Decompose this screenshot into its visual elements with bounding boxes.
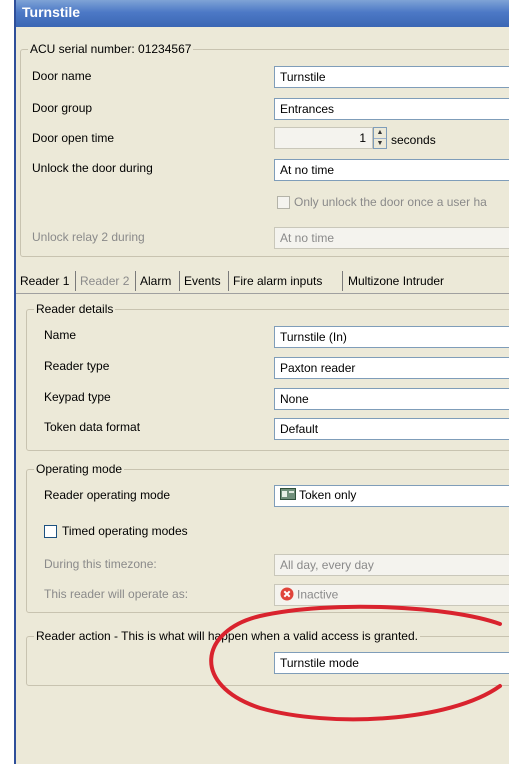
keypad-type-select[interactable]: None xyxy=(274,388,509,410)
tab-separator xyxy=(342,271,343,291)
tab-separator xyxy=(75,271,76,291)
reader-type-select[interactable]: Paxton reader xyxy=(274,357,509,379)
left-margin xyxy=(0,0,14,764)
door-name-input[interactable]: Turnstile xyxy=(274,66,509,88)
title-bar: Turnstile xyxy=(16,0,509,27)
door-properties-window: Turnstile ACU serial number: 01234567 Do… xyxy=(14,0,509,764)
operate-as-select[interactable]: Inactive xyxy=(274,584,509,606)
tab-separator xyxy=(135,271,136,291)
during-timezone-select[interactable]: All day, every day xyxy=(274,554,509,576)
door-open-time-unit: seconds xyxy=(391,133,436,147)
reader-name-input[interactable]: Turnstile (In) xyxy=(274,326,509,348)
tab-separator xyxy=(228,271,229,291)
token-format-select[interactable]: Default xyxy=(274,418,509,440)
tab-reader-2[interactable]: Reader 2 xyxy=(80,274,129,288)
door-name-label: Door name xyxy=(32,69,92,83)
acu-serial-legend: ACU serial number: 01234567 xyxy=(28,42,194,56)
reader-name-label: Name xyxy=(44,328,77,342)
tab-fire-alarm-inputs[interactable]: Fire alarm inputs xyxy=(233,274,322,288)
window-title: Turnstile xyxy=(22,4,81,20)
token-format-label: Token data format xyxy=(44,420,141,434)
operate-as-value: Inactive xyxy=(297,587,339,602)
reader-type-label: Reader type xyxy=(44,359,110,373)
keypad-type-label: Keypad type xyxy=(44,390,111,404)
unlock-during-select[interactable]: At no time xyxy=(274,159,509,181)
door-group-label: Door group xyxy=(32,101,93,115)
stepper-up-icon[interactable]: ▲ xyxy=(374,128,386,139)
timed-modes-label: Timed operating modes xyxy=(62,524,188,538)
only-unlock-label: Only unlock the door once a user ha xyxy=(294,195,487,209)
door-open-time-label: Door open time xyxy=(32,131,115,145)
tab-multizone-intruder[interactable]: Multizone Intruder xyxy=(348,274,444,288)
reader-action-select[interactable]: Turnstile mode xyxy=(274,652,509,674)
door-open-time-stepper[interactable]: ▲ ▼ xyxy=(373,127,387,149)
unlock-relay-select[interactable]: At no time xyxy=(274,227,509,249)
card-reader-icon xyxy=(280,488,296,503)
tab-separator xyxy=(179,271,180,291)
stepper-down-icon[interactable]: ▼ xyxy=(374,139,386,149)
operate-as-label: This reader will operate as: xyxy=(44,587,189,601)
door-open-time-input[interactable]: 1 xyxy=(274,127,373,149)
door-group-select[interactable]: Entrances xyxy=(274,98,509,120)
reader-mode-label: Reader operating mode xyxy=(44,488,171,502)
tab-reader-1[interactable]: Reader 1 xyxy=(20,274,69,288)
timed-modes-checkbox[interactable] xyxy=(44,525,57,538)
unlock-during-label: Unlock the door during xyxy=(32,161,153,175)
operating-mode-legend: Operating mode xyxy=(34,462,125,476)
only-unlock-checkbox[interactable] xyxy=(277,196,290,209)
reader-details-legend: Reader details xyxy=(34,302,116,316)
red-x-icon xyxy=(280,587,294,604)
unlock-relay-label: Unlock relay 2 during xyxy=(32,230,145,244)
reader-mode-select[interactable]: Token only xyxy=(274,485,509,507)
during-timezone-label: During this timezone: xyxy=(44,557,157,571)
reader-tabs: Reader 1 Reader 2 Alarm Events Fire alar… xyxy=(16,268,509,294)
reader-mode-value: Token only xyxy=(299,488,357,502)
tab-alarm[interactable]: Alarm xyxy=(140,274,171,288)
tab-events[interactable]: Events xyxy=(184,274,221,288)
reader-action-legend: Reader action - This is what will happen… xyxy=(34,629,420,643)
